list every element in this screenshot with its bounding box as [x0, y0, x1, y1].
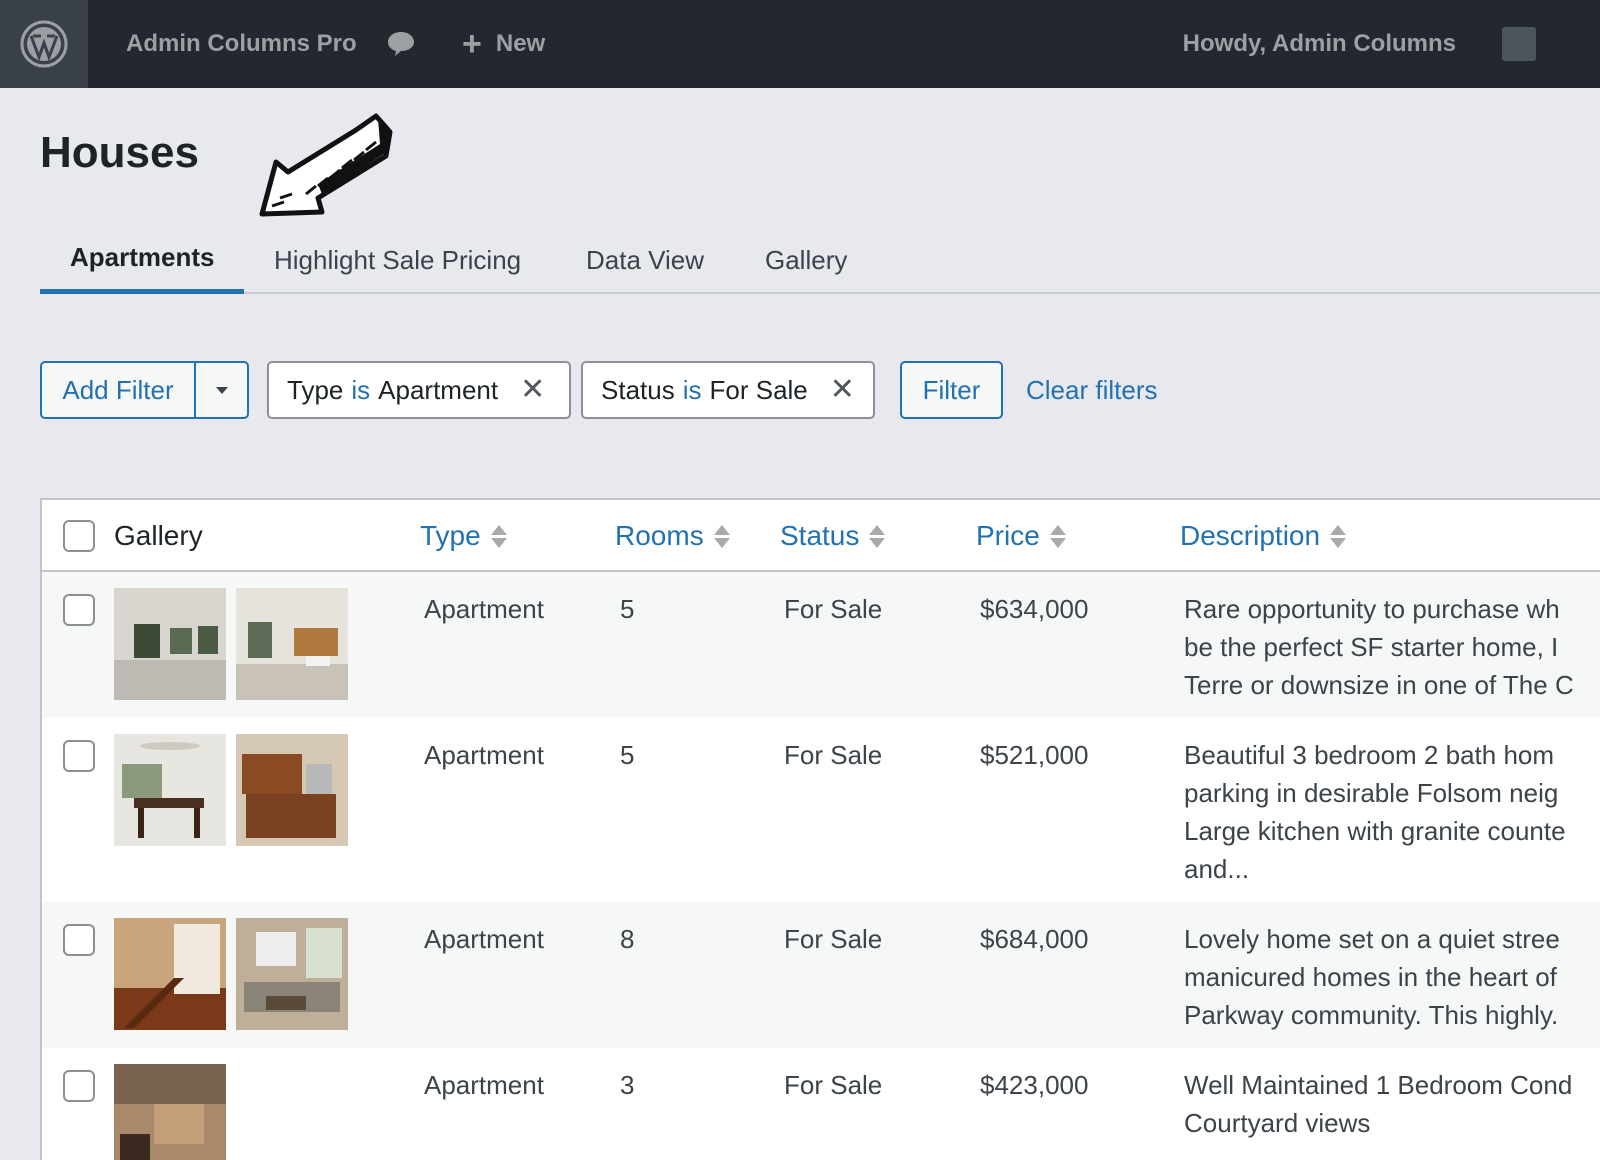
cell-type: Apartment: [424, 740, 544, 770]
gallery-thumbnail[interactable]: [236, 918, 348, 1030]
plus-icon: +: [462, 25, 482, 63]
tab-data-view[interactable]: Data View: [586, 226, 704, 294]
filter-bar: Add Filter Type is Apartment ✕ Status is…: [40, 361, 1240, 419]
filter-chip-field: Type: [287, 374, 344, 405]
description-line: parking in desirable Folsom neig: [1184, 778, 1559, 808]
tab-apartments[interactable]: Apartments: [40, 226, 245, 294]
column-header-label: Status: [780, 520, 860, 551]
description-line: Rare opportunity to purchase wh: [1184, 594, 1560, 624]
gallery-thumbnail[interactable]: [114, 1064, 226, 1160]
column-header-type[interactable]: Type: [420, 500, 507, 572]
table-row: Apartment 5 For Sale $634,000 Rare oppor…: [42, 572, 1600, 718]
gallery-thumbnail[interactable]: [114, 918, 226, 1030]
tab-gallery[interactable]: Gallery: [765, 226, 847, 294]
filter-chip-field: Status: [601, 374, 675, 405]
cell-type: Apartment: [424, 594, 544, 624]
sort-icon: [869, 524, 886, 548]
cell-type: Apartment: [424, 1070, 544, 1100]
column-header-label: Description: [1180, 520, 1321, 551]
column-header-rooms[interactable]: Rooms: [615, 500, 730, 572]
description-line: manicured homes in the heart of: [1184, 962, 1557, 992]
page-title: Houses: [40, 128, 199, 177]
description-line: Lovely home set on a quiet stree: [1184, 924, 1560, 954]
description-line: be the perfect SF starter home, I: [1184, 632, 1559, 662]
cell-status: For Sale: [784, 594, 883, 624]
new-label: New: [495, 30, 546, 57]
close-icon[interactable]: ✕: [830, 375, 855, 405]
cell-price: $684,000: [980, 924, 1089, 954]
filter-chip-value: For Sale: [709, 374, 808, 405]
sort-icon: [713, 524, 730, 548]
howdy-user-link[interactable]: Howdy, Admin Columns: [1183, 0, 1456, 88]
site-name-link[interactable]: Admin Columns Pro: [126, 0, 357, 88]
sort-icon: [1330, 524, 1347, 548]
column-header-label: Price: [976, 520, 1040, 551]
houses-table: Gallery Type Rooms Status Price Descript…: [40, 498, 1600, 1160]
table-row: Apartment 5 For Sale $521,000 Beautiful …: [42, 718, 1600, 902]
sort-icon: [1049, 524, 1066, 548]
cell-description: Lovely home set on a quiet stree manicur…: [1184, 920, 1600, 1034]
close-icon[interactable]: ✕: [520, 375, 545, 405]
description-line: Beautiful 3 bedroom 2 bath hom: [1184, 740, 1555, 770]
cell-rooms: 5: [620, 594, 635, 624]
description-line: Well Maintained 1 Bedroom Cond: [1184, 1070, 1573, 1100]
description-line: Courtyard views: [1184, 1108, 1371, 1138]
cell-rooms: 8: [620, 924, 635, 954]
cell-price: $423,000: [980, 1070, 1089, 1100]
comment-bubble-icon[interactable]: [386, 0, 416, 88]
filter-chip-operator: is: [682, 374, 702, 405]
row-checkbox[interactable]: [63, 594, 95, 626]
table-row: Apartment 3 For Sale $423,000 Well Maint…: [42, 1048, 1600, 1160]
wordpress-logo-icon[interactable]: [0, 0, 88, 88]
admin-bar: Admin Columns Pro + New Howdy, Admin Col…: [0, 0, 1600, 88]
cell-status: For Sale: [784, 740, 883, 770]
column-header-label: Rooms: [615, 520, 704, 551]
new-content-menu[interactable]: + New: [462, 0, 545, 88]
cell-rooms: 5: [620, 740, 635, 770]
clear-filters-link[interactable]: Clear filters: [1026, 361, 1157, 419]
add-filter-split-button: Add Filter: [40, 361, 249, 419]
tab-highlight-sale-pricing[interactable]: Highlight Sale Pricing: [274, 226, 521, 294]
description-line: Parkway community. This highly.: [1184, 1000, 1559, 1030]
description-line: and...: [1184, 854, 1250, 884]
cell-description: Beautiful 3 bedroom 2 bath hom parking i…: [1184, 736, 1600, 888]
row-checkbox[interactable]: [63, 924, 95, 956]
gallery-thumbnail[interactable]: [114, 734, 226, 846]
table-header: Gallery Type Rooms Status Price Descript…: [42, 500, 1600, 572]
cell-status: For Sale: [784, 1070, 883, 1100]
sort-icon: [490, 524, 507, 548]
description-line: Terre or downsize in one of The C: [1184, 670, 1574, 700]
column-header-status[interactable]: Status: [780, 500, 886, 572]
cell-description: Rare opportunity to purchase wh be the p…: [1184, 590, 1600, 704]
filter-chip-value: Apartment: [378, 374, 499, 405]
filter-button[interactable]: Filter: [900, 361, 1003, 419]
chevron-down-icon: [215, 386, 228, 394]
add-filter-dropdown-toggle[interactable]: [196, 363, 247, 417]
description-line: Large kitchen with granite counte: [1184, 816, 1566, 846]
table-row: Apartment 8 For Sale $684,000 Lovely hom…: [42, 902, 1600, 1048]
cell-description: Well Maintained 1 Bedroom Cond Courtyard…: [1184, 1066, 1600, 1142]
select-all-checkbox[interactable]: [63, 500, 95, 572]
gallery-thumbnail[interactable]: [114, 588, 226, 700]
filter-chip-type[interactable]: Type is Apartment ✕: [267, 361, 571, 419]
user-avatar[interactable]: [1502, 27, 1536, 61]
view-tabs: Apartments Highlight Sale Pricing Data V…: [40, 226, 1600, 294]
cell-type: Apartment: [424, 924, 544, 954]
column-header-description[interactable]: Description: [1180, 500, 1347, 572]
cell-price: $521,000: [980, 740, 1089, 770]
column-header-label: Type: [420, 520, 481, 551]
column-header-price[interactable]: Price: [976, 500, 1066, 572]
gallery-thumbnail[interactable]: [236, 734, 348, 846]
add-filter-button[interactable]: Add Filter: [42, 363, 196, 417]
cell-price: $634,000: [980, 594, 1089, 624]
cell-status: For Sale: [784, 924, 883, 954]
column-header-gallery: Gallery: [114, 520, 203, 551]
cell-rooms: 3: [620, 1070, 635, 1100]
row-checkbox[interactable]: [63, 1070, 95, 1102]
gallery-thumbnail[interactable]: [236, 588, 348, 700]
filter-chip-operator: is: [351, 374, 371, 405]
row-checkbox[interactable]: [63, 740, 95, 772]
filter-chip-status[interactable]: Status is For Sale ✕: [581, 361, 875, 419]
hand-drawn-arrow-icon: [259, 113, 393, 217]
